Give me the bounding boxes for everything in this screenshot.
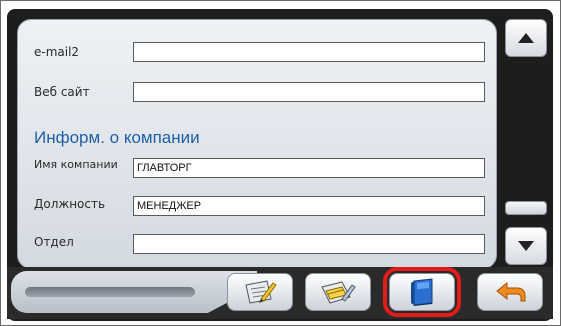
contact-form-panel: e-mail2 Веб сайт Информ. о компании Имя … — [17, 19, 497, 269]
email2-field[interactable] — [133, 42, 485, 62]
position-field[interactable]: МЕНЕДЖЕР — [133, 196, 485, 216]
bottom-toolbar — [7, 267, 553, 319]
scrollbar — [505, 19, 549, 269]
scroll-down-button[interactable] — [505, 227, 547, 265]
field-label-company-name: Имя компании — [34, 158, 118, 171]
website-field[interactable] — [133, 82, 485, 102]
company-name-field[interactable]: ГЛАВТОРГ — [133, 158, 485, 178]
section-title-company-info: Информ. о компании — [34, 128, 200, 147]
field-label-department: Отдел — [34, 235, 74, 249]
back-arrow-icon — [496, 281, 526, 302]
scroll-thumb[interactable] — [505, 201, 547, 215]
book-icon — [411, 278, 433, 306]
edit-list-button[interactable] — [305, 273, 371, 311]
department-field[interactable] — [133, 234, 485, 254]
toolbar-slot — [25, 287, 195, 297]
triangle-down-icon — [518, 241, 534, 251]
book-button[interactable] — [383, 267, 461, 317]
scroll-up-button[interactable] — [505, 19, 547, 57]
edit-note-icon — [245, 280, 277, 304]
back-button[interactable] — [477, 273, 543, 311]
edit-list-icon — [321, 281, 356, 304]
field-label-position: Должность — [34, 197, 106, 211]
field-label-website: Веб сайт — [34, 85, 90, 99]
device-frame: e-mail2 Веб сайт Информ. о компании Имя … — [0, 0, 561, 326]
toolbar-slab — [11, 271, 257, 313]
field-label-email2: e-mail2 — [34, 45, 80, 59]
edit-note-button[interactable] — [227, 273, 293, 311]
triangle-up-icon — [518, 33, 534, 43]
